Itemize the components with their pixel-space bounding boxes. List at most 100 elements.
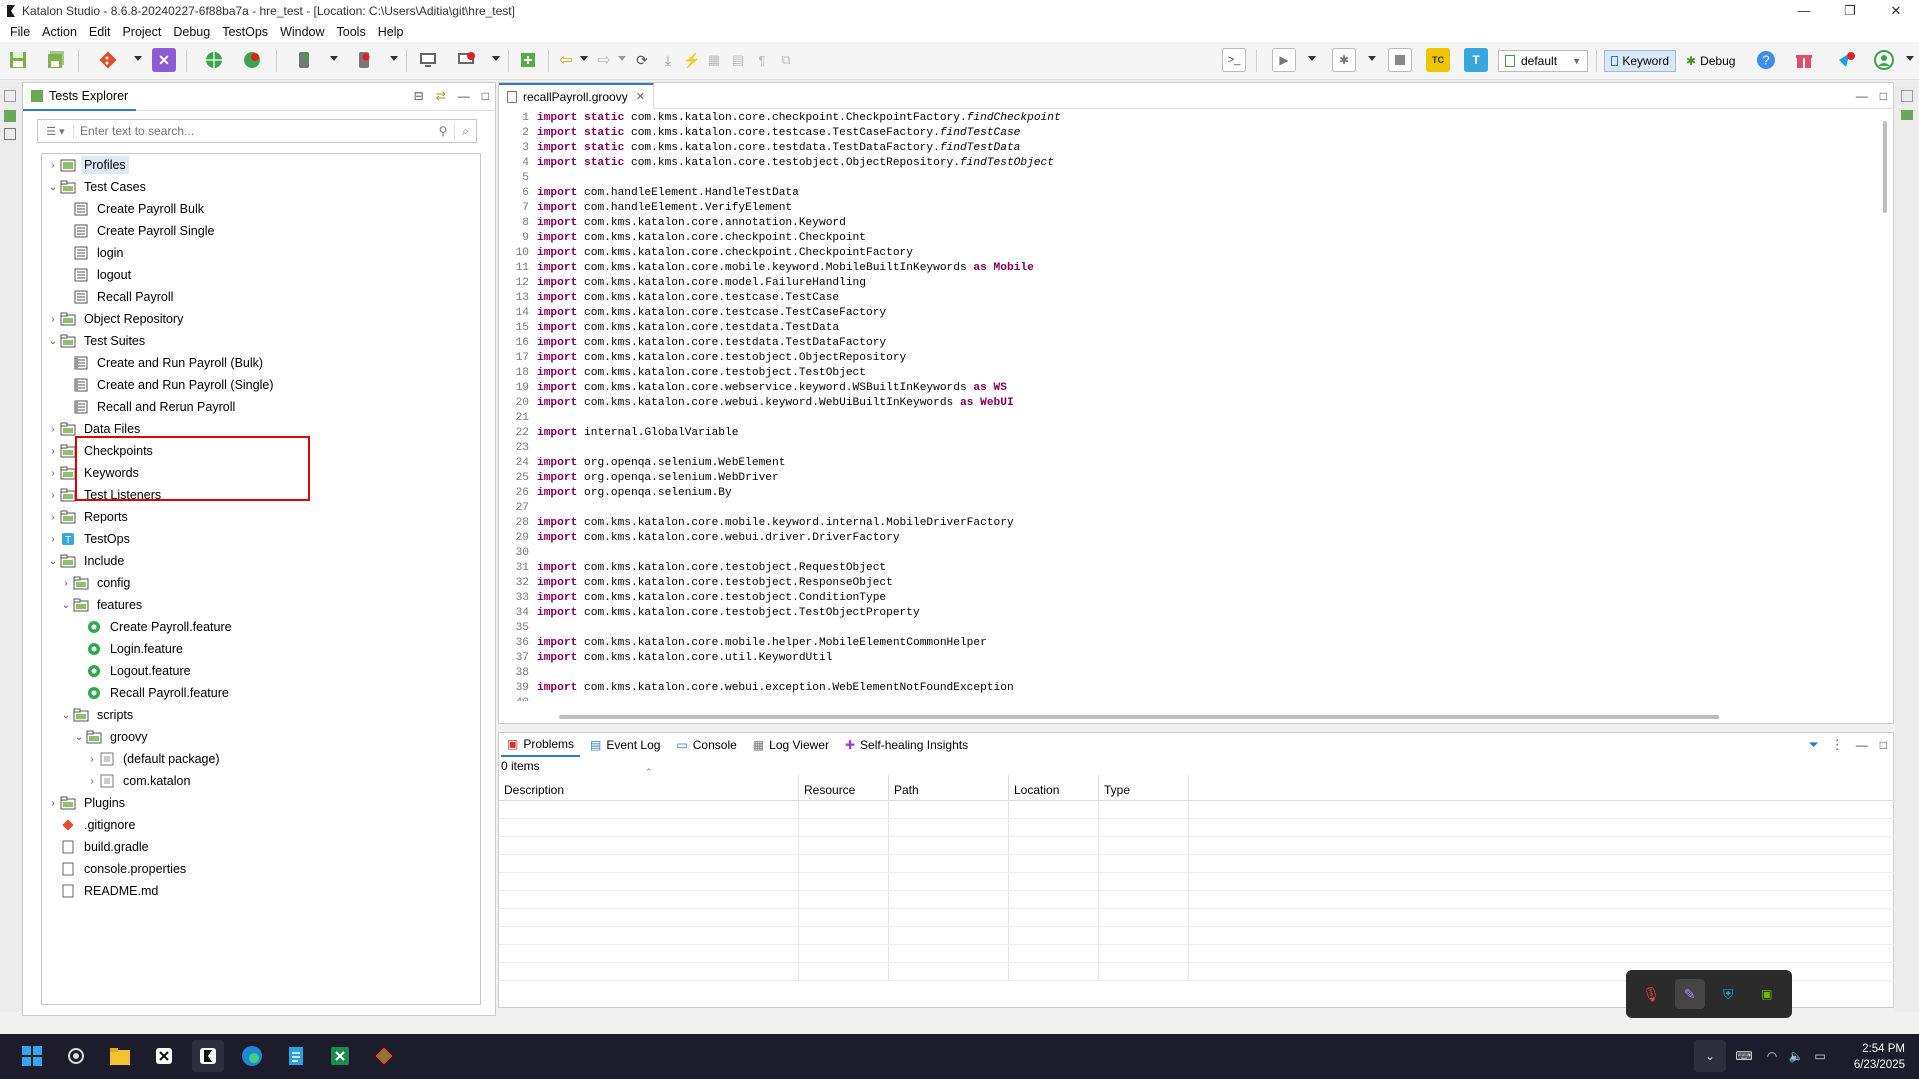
tree-item-console-properties[interactable]: console.properties — [42, 858, 480, 880]
back-icon[interactable]: ⇦ — [554, 48, 578, 72]
collapsed-chevron-icon[interactable]: › — [46, 490, 60, 501]
code-line[interactable]: 37 import com.kms.katalon.core.util.Keywo… — [499, 651, 1869, 666]
record-mobile-icon[interactable] — [352, 48, 376, 72]
battery-icon[interactable]: ▭ — [1804, 1040, 1836, 1072]
code-line[interactable]: 13 import com.kms.katalon.core.testcase.T… — [499, 291, 1869, 306]
code-line[interactable]: 23 — [499, 441, 1869, 456]
menu-edit[interactable]: Edit — [83, 25, 117, 39]
bottom-maximize-icon[interactable]: □ — [1880, 738, 1887, 752]
tab-console[interactable]: ▭ Console — [670, 733, 742, 757]
tree-item-config[interactable]: › config — [42, 572, 480, 594]
tree-item-com-katalon[interactable]: › com.katalon — [42, 770, 480, 792]
tree-item-test-suites[interactable]: ⌄ Test Suites — [42, 330, 480, 352]
spy-utility-icon[interactable]: ✕ — [152, 48, 176, 72]
menu-help[interactable]: Help — [372, 25, 410, 39]
tree-item-test-cases[interactable]: ⌄ Test Cases — [42, 176, 480, 198]
search-icon[interactable]: ⚲ — [432, 124, 454, 138]
capcut-icon[interactable] — [148, 1040, 180, 1072]
close-button[interactable]: ✕ — [1873, 0, 1919, 22]
collapsed-chevron-icon[interactable]: › — [46, 446, 60, 457]
code-line[interactable]: 34 import com.kms.katalon.core.testobject… — [499, 606, 1869, 621]
tree-item-login-feature[interactable]: Login.feature — [42, 638, 480, 660]
expanded-chevron-icon[interactable]: ⌄ — [46, 556, 60, 567]
code-line[interactable]: 24 import org.openqa.selenium.WebElement — [499, 456, 1869, 471]
code-line[interactable]: 4 import static com.kms.katalon.core.test… — [499, 156, 1869, 171]
tree-item-create-and-run-payroll-bulk[interactable]: Create and Run Payroll (Bulk) — [42, 352, 480, 374]
account-icon[interactable] — [1872, 48, 1896, 72]
tree-item-default-package[interactable]: › (default package) — [42, 748, 480, 770]
file-explorer-icon[interactable] — [104, 1040, 136, 1072]
code-line[interactable]: 6 import com.handleElement.HandleTestData — [499, 186, 1869, 201]
collapsed-chevron-icon[interactable]: › — [46, 424, 60, 435]
nvidia-icon[interactable]: ▣ — [1752, 979, 1782, 1009]
code-line[interactable]: 9 import com.kms.katalon.core.checkpoint.… — [499, 231, 1869, 246]
git-history-icon[interactable]: ⧉ — [774, 48, 798, 72]
tree-item-create-payroll-feature[interactable]: Create Payroll.feature — [42, 616, 480, 638]
view-minimize-icon[interactable]: — — [458, 89, 470, 103]
code-line[interactable]: 33 import com.kms.katalon.core.testobject… — [499, 591, 1869, 606]
menu-file[interactable]: File — [4, 25, 36, 39]
collapsed-chevron-icon[interactable]: › — [46, 534, 60, 545]
collapsed-chevron-icon[interactable]: › — [85, 776, 99, 787]
code-line[interactable]: 35 — [499, 621, 1869, 636]
tree-item-keywords[interactable]: › Keywords — [42, 462, 480, 484]
notepad-icon[interactable] — [280, 1040, 312, 1072]
run-icon[interactable]: ▶ — [1272, 48, 1296, 72]
katalon-taskbar-icon[interactable] — [192, 1040, 224, 1072]
tree-item-gitignore[interactable]: .gitignore — [42, 814, 480, 836]
tree-item-testops[interactable]: › T TestOps — [42, 528, 480, 550]
tree-item-recall-and-rerun-payroll[interactable]: Recall and Rerun Payroll — [42, 396, 480, 418]
forward-icon[interactable]: ⇨ — [592, 48, 616, 72]
code-line[interactable]: 8 import com.kms.katalon.core.annotation.… — [499, 216, 1869, 231]
code-editor[interactable]: 1 import static com.kms.katalon.core.chec… — [499, 111, 1869, 701]
collapsed-chevron-icon[interactable]: › — [46, 468, 60, 479]
menu-window[interactable]: Window — [274, 25, 330, 39]
collapsed-chevron-icon[interactable]: › — [59, 578, 73, 589]
excel-icon[interactable] — [324, 1040, 356, 1072]
expanded-chevron-icon[interactable]: ⌄ — [72, 732, 86, 743]
tree-item-create-and-run-payroll-single[interactable]: Create and Run Payroll (Single) — [42, 374, 480, 396]
bottom-minimize-icon[interactable]: — — [1856, 738, 1868, 752]
profile-select[interactable]: default ▼ — [1498, 50, 1588, 72]
column-description[interactable]: Description — [499, 775, 799, 800]
code-line[interactable]: 39 import com.kms.katalon.core.webui.exce… — [499, 681, 1869, 696]
code-line[interactable]: 26 import org.openqa.selenium.By — [499, 486, 1869, 501]
tab-log-viewer[interactable]: ▦ Log Viewer — [747, 733, 835, 757]
tree-item-include[interactable]: ⌄ Include — [42, 550, 480, 572]
view-menu-icon[interactable]: ⋮ — [1831, 737, 1844, 753]
spy-mobile-icon[interactable] — [292, 48, 316, 72]
collapse-all-icon[interactable]: ⊟ — [414, 89, 424, 103]
microphone-icon[interactable]: 🎙 — [1636, 979, 1666, 1009]
code-line[interactable]: 3 import static com.kms.katalon.core.test… — [499, 141, 1869, 156]
tab-problems[interactable]: ▣ Problems — [501, 733, 581, 757]
code-line[interactable]: 10 import com.kms.katalon.core.checkpoint… — [499, 246, 1869, 261]
debug-run-icon[interactable]: ✱ — [1332, 48, 1356, 72]
collapsed-chevron-icon[interactable]: › — [85, 754, 99, 765]
code-line[interactable]: 32 import com.kms.katalon.core.testobject… — [499, 576, 1869, 591]
testcloud-icon[interactable]: TC — [1426, 48, 1450, 72]
column-path[interactable]: Path — [889, 775, 1009, 800]
git-branch-icon[interactable]: ¶ — [750, 48, 774, 72]
collapsed-chevron-icon[interactable]: › — [46, 160, 60, 171]
code-line[interactable]: 21 — [499, 411, 1869, 426]
testops-toolbar-icon[interactable]: T — [1464, 48, 1488, 72]
tree-item-profiles[interactable]: › Profiles — [42, 154, 480, 176]
notification-icon[interactable] — [1834, 48, 1858, 72]
tree-item-scripts[interactable]: ⌄ scripts — [42, 704, 480, 726]
code-line[interactable]: 5 — [499, 171, 1869, 186]
code-line[interactable]: 28 import com.kms.katalon.core.mobile.key… — [499, 516, 1869, 531]
tree-item-checkpoints[interactable]: › Checkpoints — [42, 440, 480, 462]
outline-minimized-icon[interactable] — [4, 128, 16, 140]
new-icon[interactable] — [516, 48, 540, 72]
code-line[interactable]: 40 — [499, 696, 1869, 701]
code-line[interactable]: 14 import com.kms.katalon.core.testcase.T… — [499, 306, 1869, 321]
tree-item-reports[interactable]: › Reports — [42, 506, 480, 528]
editor-maximize-icon[interactable]: □ — [1880, 89, 1887, 103]
restore-icon[interactable] — [4, 90, 16, 102]
save-icon[interactable] — [6, 48, 30, 72]
git-sync-icon[interactable]: ⟳ — [630, 48, 654, 72]
code-line[interactable]: 18 import com.kms.katalon.core.testobject… — [499, 366, 1869, 381]
tree-item-recall-payroll[interactable]: Recall Payroll — [42, 286, 480, 308]
menu-action[interactable]: Action — [36, 25, 83, 39]
code-line[interactable]: 38 — [499, 666, 1869, 681]
